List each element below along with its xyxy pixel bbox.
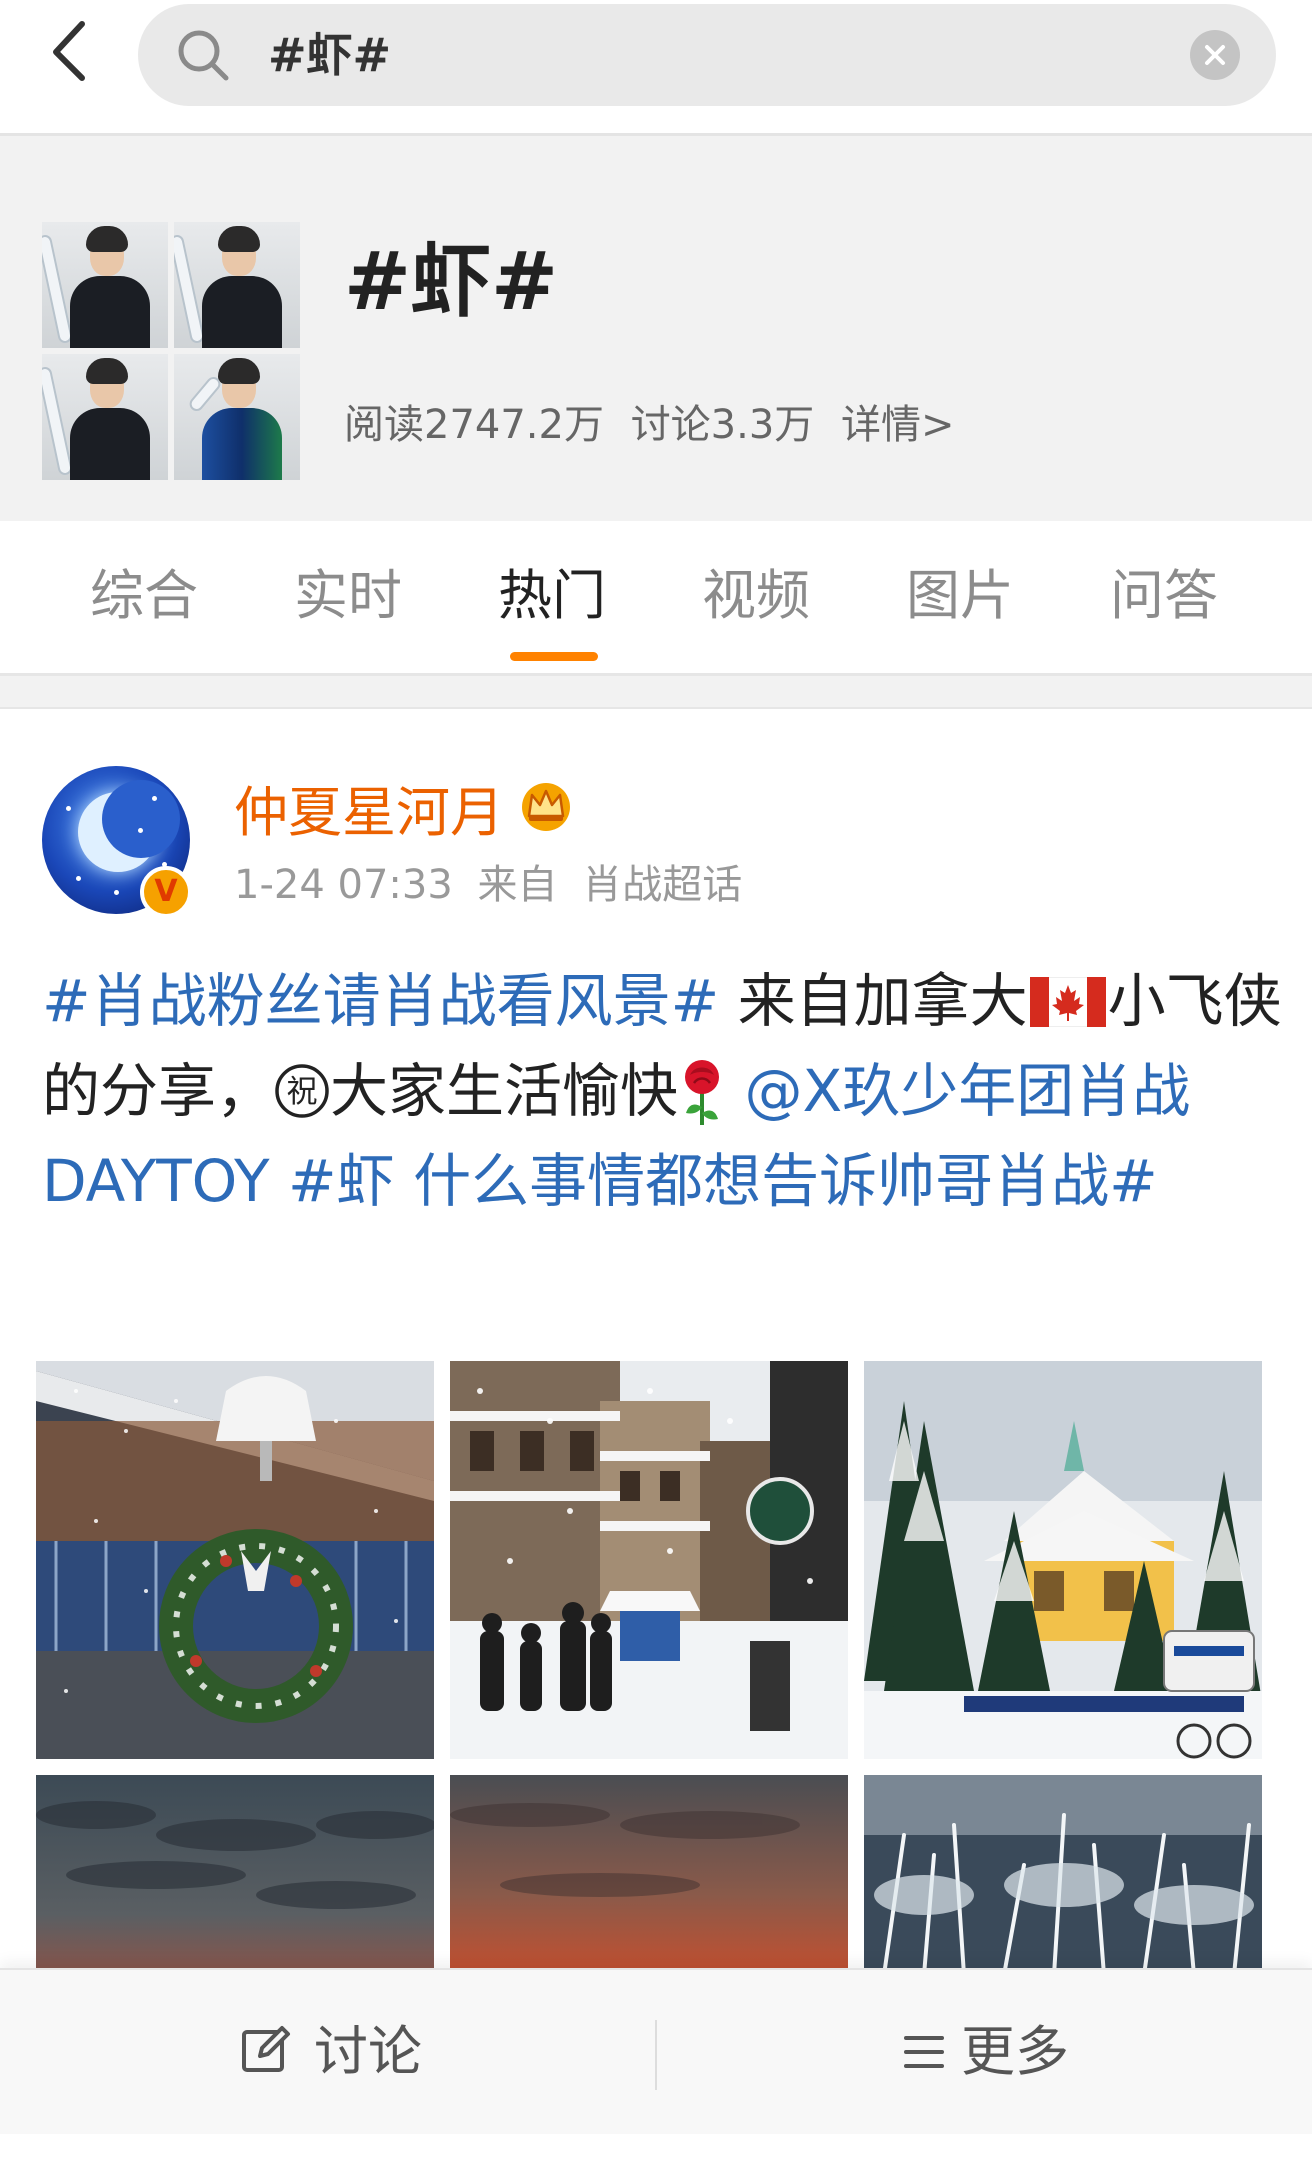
tab-realtime[interactable]: 实时: [246, 561, 450, 631]
post-photo[interactable]: [36, 1361, 434, 1759]
cover-photo: [174, 222, 300, 348]
back-button[interactable]: [44, 16, 100, 86]
section-divider: [0, 676, 1312, 709]
post-text-segment: 来自加拿大: [719, 967, 1028, 1035]
post-source[interactable]: 肖战超话: [582, 862, 742, 908]
topic-header: #虾# 阅读2747.2万 讨论3.3万 详情>: [0, 136, 1312, 521]
discuss-label: 讨论: [314, 2020, 422, 2083]
topic-tabs: 综合 实时 热门 视频 图片 问答: [0, 521, 1312, 676]
active-tab-indicator: [510, 652, 598, 661]
canada-flag-icon: [1029, 977, 1106, 1027]
tab-hot[interactable]: 热门: [450, 561, 654, 631]
search-query-text: #虾#: [268, 28, 392, 82]
chevron-left-icon: [53, 21, 85, 81]
close-icon: [1205, 45, 1225, 65]
edit-icon: [242, 2026, 290, 2072]
bottom-safe-area: [0, 2134, 1312, 2160]
details-link[interactable]: 详情>: [841, 402, 955, 448]
bottom-action-bar: 讨论 更多: [0, 1968, 1312, 2134]
discussion-count: 讨论3.3万: [630, 402, 815, 448]
tab-pictures[interactable]: 图片: [858, 561, 1062, 631]
cover-photo: [174, 354, 300, 480]
read-count: 阅读2747.2万: [344, 402, 604, 448]
topic-title: #虾#: [344, 235, 559, 328]
tab-qa[interactable]: 问答: [1062, 561, 1266, 631]
source-prefix: 来自: [477, 862, 558, 908]
search-input[interactable]: #虾#: [138, 4, 1276, 106]
more-button[interactable]: 更多: [657, 1970, 1312, 2136]
rose-icon: [685, 1060, 720, 1125]
post-time: 1-24 07:33: [234, 862, 453, 908]
topic-stats: 阅读2747.2万 讨论3.3万 详情>: [344, 392, 969, 450]
cover-photo: [42, 222, 168, 348]
hashtag-link[interactable]: #肖战粉丝请肖战看风景#: [42, 967, 719, 1035]
post-photo[interactable]: [864, 1361, 1262, 1759]
top-search-bar: #虾#: [0, 0, 1312, 136]
post-text-segment: 大家生活愉快: [330, 1057, 679, 1125]
congrats-circle-icon: 祝: [275, 1064, 329, 1118]
topic-cover-image: [42, 222, 300, 480]
cover-photo: [42, 354, 168, 480]
post-meta: 1-24 07:33 来自 肖战超话: [234, 852, 754, 910]
verified-badge: V: [140, 866, 192, 918]
clear-search-button[interactable]: [1190, 30, 1240, 80]
tab-video[interactable]: 视频: [654, 561, 858, 631]
hashtag-link[interactable]: #虾 什么事情都想告诉帅哥肖战#: [270, 1147, 1158, 1215]
post-content: #肖战粉丝请肖战看风景# 来自加拿大 小飞侠的分享， 祝 大家生活愉快 @X玖少…: [42, 956, 1282, 1226]
svg-text:祝: 祝: [287, 1074, 318, 1110]
more-label: 更多: [961, 2020, 1069, 2083]
tab-comprehensive[interactable]: 综合: [42, 561, 246, 631]
weibo-post: V 仲夏星河月 1-24 07:33 来自 肖战超话 #肖战粉丝请肖战看风景# …: [0, 710, 1312, 2160]
discuss-button[interactable]: 讨论: [0, 1970, 655, 2136]
weibo-topic-page: #虾# #虾# 阅读2747.2万 讨论3.3万 详情> 综合 实时 热门 视频…: [0, 0, 1312, 2160]
menu-icon: [904, 2036, 944, 2068]
crown-icon[interactable]: [518, 778, 574, 832]
user-name[interactable]: 仲夏星河月: [234, 768, 504, 847]
post-photo[interactable]: [450, 1361, 848, 1759]
search-icon: [178, 30, 229, 81]
